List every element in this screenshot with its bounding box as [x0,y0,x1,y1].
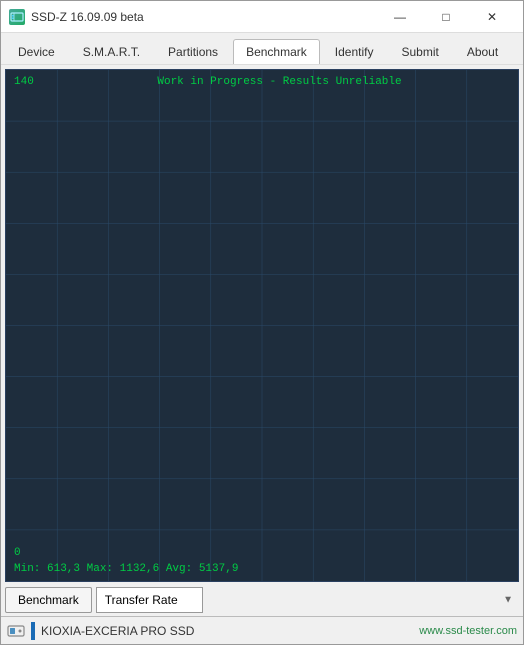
chart-stats: Min: 613,3 Max: 1132,6 Avg: 5137,9 [14,563,238,575]
bottom-controls: Benchmark Transfer Rate Access Time IOPS… [1,584,523,616]
tab-about[interactable]: About [454,39,511,64]
website-label: www.ssd-tester.com [419,625,517,637]
status-icon [7,622,25,640]
drive-color-indicator [31,622,35,640]
chart-area: 140 Work in Progress - Results Unreliabl… [5,69,519,582]
tab-smart[interactable]: S.M.A.R.T. [70,39,153,64]
tab-submit[interactable]: Submit [388,39,451,64]
chart-y-max-label: 140 [14,76,49,88]
menu-bar: Device S.M.A.R.T. Partitions Benchmark I… [1,33,523,65]
chart-warning-text: Work in Progress - Results Unreliable [49,76,510,88]
tab-partitions[interactable]: Partitions [155,39,231,64]
close-button[interactable]: ✕ [469,1,515,33]
minimize-button[interactable]: — [377,1,423,33]
window-title: SSD-Z 16.09.09 beta [31,10,377,24]
chart-grid-svg [6,70,518,581]
chart-header: 140 Work in Progress - Results Unreliabl… [6,76,518,88]
tab-identify[interactable]: Identify [322,39,387,64]
transfer-rate-wrapper: Transfer Rate Access Time IOPS ▼ [96,587,519,613]
tab-device[interactable]: Device [5,39,68,64]
window-controls: — □ ✕ [377,1,515,33]
maximize-button[interactable]: □ [423,1,469,33]
transfer-rate-select[interactable]: Transfer Rate Access Time IOPS [96,587,203,613]
select-arrow-icon: ▼ [503,595,513,606]
status-bar: KIOXIA-EXCERIA PRO SSD www.ssd-tester.co… [1,616,523,644]
chart-y-min-label: 0 [14,547,21,559]
drive-name: KIOXIA-EXCERIA PRO SSD [41,624,413,638]
title-bar: SSD-Z 16.09.09 beta — □ ✕ [1,1,523,33]
benchmark-button[interactable]: Benchmark [5,587,92,613]
tab-benchmark[interactable]: Benchmark [233,39,320,64]
app-icon [9,9,25,25]
app-window: SSD-Z 16.09.09 beta — □ ✕ Device S.M.A.R… [0,0,524,645]
main-content: 140 Work in Progress - Results Unreliabl… [1,65,523,616]
